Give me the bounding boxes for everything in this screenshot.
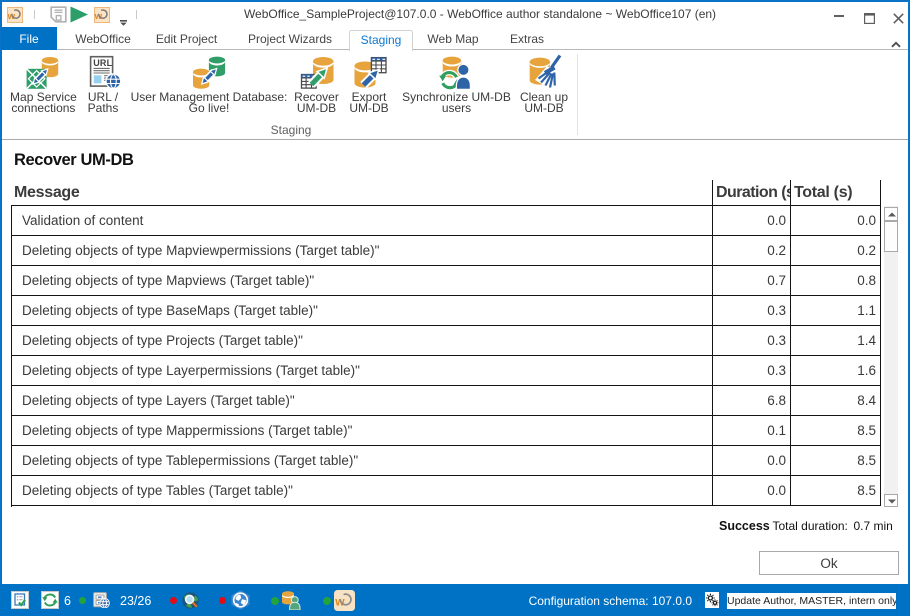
svg-text:w: w (7, 11, 16, 22)
svg-text:URL: URL (93, 58, 112, 68)
svg-text:w: w (334, 594, 345, 608)
svg-text:w: w (94, 10, 103, 21)
